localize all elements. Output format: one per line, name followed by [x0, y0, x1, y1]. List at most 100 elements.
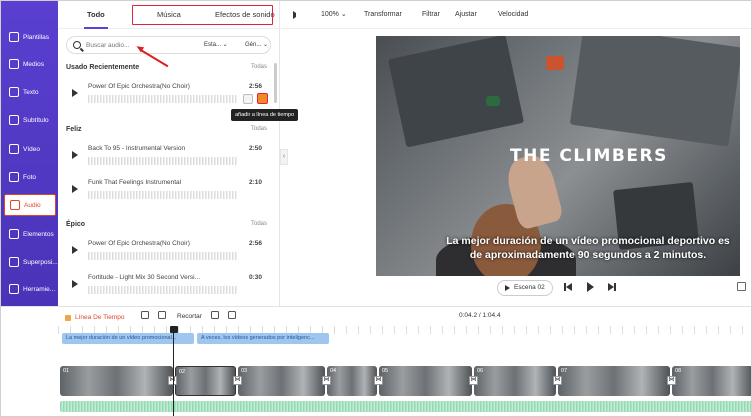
filter-mood-value: Esta... [204, 42, 222, 48]
scrollbar[interactable] [274, 63, 277, 103]
transform-button[interactable]: Transformar [364, 1, 402, 29]
subtitle-icon [9, 115, 19, 125]
nav-label: Subtítulo [23, 116, 49, 124]
caption-clip[interactable]: A veces, los vídeos generados por inteli… [197, 333, 329, 344]
wall-shape [569, 36, 740, 147]
video-clip[interactable]: 08 [672, 366, 751, 396]
audio-tabs: Todo Música Efectos de sonido [58, 1, 280, 29]
track-duration: 2:50 [248, 145, 262, 152]
see-all-recent[interactable]: Todas [251, 64, 267, 70]
video-clip[interactable]: 04 [327, 366, 377, 396]
nav-item-templates[interactable]: Plantillas [4, 26, 56, 48]
volume-icon[interactable] [293, 11, 301, 19]
play-icon[interactable] [72, 89, 78, 97]
crop-button[interactable]: Recortar [177, 311, 202, 323]
see-all-happy[interactable]: Todas [251, 126, 267, 132]
video-clip[interactable]: 07 [558, 366, 670, 396]
delete-icon[interactable] [228, 311, 236, 319]
collapse-panel-button[interactable]: ‹ [280, 149, 288, 165]
video-clip[interactable]: 03 [238, 366, 325, 396]
play-icon[interactable] [587, 282, 594, 292]
video-icon [9, 144, 19, 154]
list-item[interactable]: Back To 95 - Instrumental Version 2:50 [66, 143, 276, 169]
speed-button[interactable]: Velocidad [498, 1, 528, 29]
video-clip[interactable]: 02 [175, 366, 236, 396]
video-clip[interactable]: 06 [474, 366, 556, 396]
hold-shape [546, 56, 564, 70]
annotation-highlight-box [132, 5, 273, 25]
search-bar[interactable]: Esta... ⌄ Gén... ⌄ [66, 36, 271, 54]
preview-caption: La mejor duración de un vídeo promociona… [446, 235, 730, 261]
play-icon[interactable] [72, 246, 78, 254]
timeline-tab[interactable]: Línea De Tiempo [61, 312, 131, 324]
tooltip: añadir a línea de tiempo [231, 109, 299, 121]
filter-button[interactable]: Filtrar [422, 1, 440, 29]
play-icon[interactable] [72, 280, 78, 288]
duplicate-icon[interactable] [211, 311, 219, 319]
waveform [88, 252, 238, 260]
waveform [88, 95, 238, 103]
nav-item-media[interactable]: Medios [4, 53, 56, 75]
nav-label: Elementos [23, 230, 54, 238]
transition-icon[interactable]: ⋈ [667, 376, 676, 385]
transition-icon[interactable]: ⋈ [233, 376, 242, 385]
audio-track[interactable] [60, 401, 751, 412]
text-icon [9, 87, 19, 97]
previous-icon[interactable] [566, 283, 572, 291]
transition-icon[interactable]: ⋈ [322, 376, 331, 385]
split-icon[interactable] [158, 311, 166, 319]
clip-number: 03 [241, 368, 248, 374]
nav-label: Superposi... [23, 258, 58, 266]
fullscreen-icon[interactable] [737, 282, 746, 291]
nav-label: Texto [23, 88, 39, 96]
editor-window: Plantillas Medios Texto Subtítulo Vídeo … [0, 0, 752, 417]
caption-clip[interactable]: La mejor duración de un vídeo promociona… [62, 333, 194, 344]
track-duration: 0:30 [248, 274, 262, 281]
clip-number: 02 [179, 369, 186, 375]
nav-label: Foto [23, 173, 37, 181]
nav-item-overlay[interactable]: Superposi... [4, 251, 58, 273]
video-clip[interactable]: 01 [60, 366, 173, 396]
see-all-epic[interactable]: Todas [251, 221, 267, 227]
transition-icon[interactable]: ⋈ [553, 376, 562, 385]
nav-item-elements[interactable]: Elementos [4, 223, 56, 245]
add-to-timeline-icon[interactable] [257, 93, 268, 104]
track-name: Back To 95 - Instrumental Version [88, 145, 186, 152]
video-track: 01 02 03 04 05 06 07 08 ⋈ ⋈ ⋈ ⋈ ⋈ ⋈ ⋈ [60, 366, 751, 396]
track-name: Fortitude - Light Mix 30 Second Versi... [88, 274, 200, 281]
video-preview[interactable]: THE CLIMBERS La mejor duración de un víd… [376, 36, 740, 276]
filter-mood-dropdown[interactable]: Esta... ⌄ [204, 37, 228, 53]
nav-item-photo[interactable]: Foto [4, 166, 56, 188]
transition-icon[interactable]: ⋈ [469, 376, 478, 385]
transition-icon[interactable]: ⋈ [374, 376, 383, 385]
elements-icon [9, 229, 19, 239]
list-item[interactable]: Power Of Epic Orchestra(No Choir) 2:56 [66, 238, 276, 264]
play-icon[interactable] [72, 151, 78, 159]
list-item[interactable]: Fortitude - Light Mix 30 Second Versi...… [66, 272, 276, 298]
clip-number: 07 [561, 368, 568, 374]
track-name: Funk That Feelings Instrumental [88, 179, 182, 186]
nav-item-video[interactable]: Vídeo [4, 138, 56, 160]
play-icon[interactable] [72, 185, 78, 193]
tools-icon [9, 284, 19, 294]
playhead[interactable] [168, 326, 179, 416]
video-clip[interactable]: 05 [379, 366, 472, 396]
top-toolbar: 100% ⌄ Transformar Filtrar Ajustar Veloc… [281, 1, 751, 29]
adjust-button[interactable]: Ajustar [455, 1, 477, 29]
nav-label: Herramie... [23, 285, 56, 293]
preview-title: THE CLIMBERS [510, 146, 668, 166]
add-media-icon[interactable] [141, 311, 149, 319]
zoom-dropdown[interactable]: 100% ⌄ [321, 1, 347, 29]
list-item[interactable]: Funk That Feelings Instrumental 2:10 [66, 177, 276, 203]
clip-number: 05 [382, 368, 389, 374]
zoom-value: 100% [321, 11, 339, 18]
nav-item-tools[interactable]: Herramie... [4, 278, 56, 300]
nav-item-text[interactable]: Texto [4, 81, 56, 103]
nav-item-audio[interactable]: Audio [4, 194, 56, 216]
nav-item-subtitle[interactable]: Subtítulo [4, 109, 56, 131]
list-item[interactable]: Power Of Epic Orchestra(No Choir) 2:56 [66, 81, 276, 107]
tab-all[interactable]: Todo [84, 1, 108, 29]
filter-genre-dropdown[interactable]: Gén... ⌄ [245, 37, 268, 53]
favorite-icon[interactable] [243, 94, 253, 104]
scene-button[interactable]: Escena 02 [497, 280, 553, 296]
